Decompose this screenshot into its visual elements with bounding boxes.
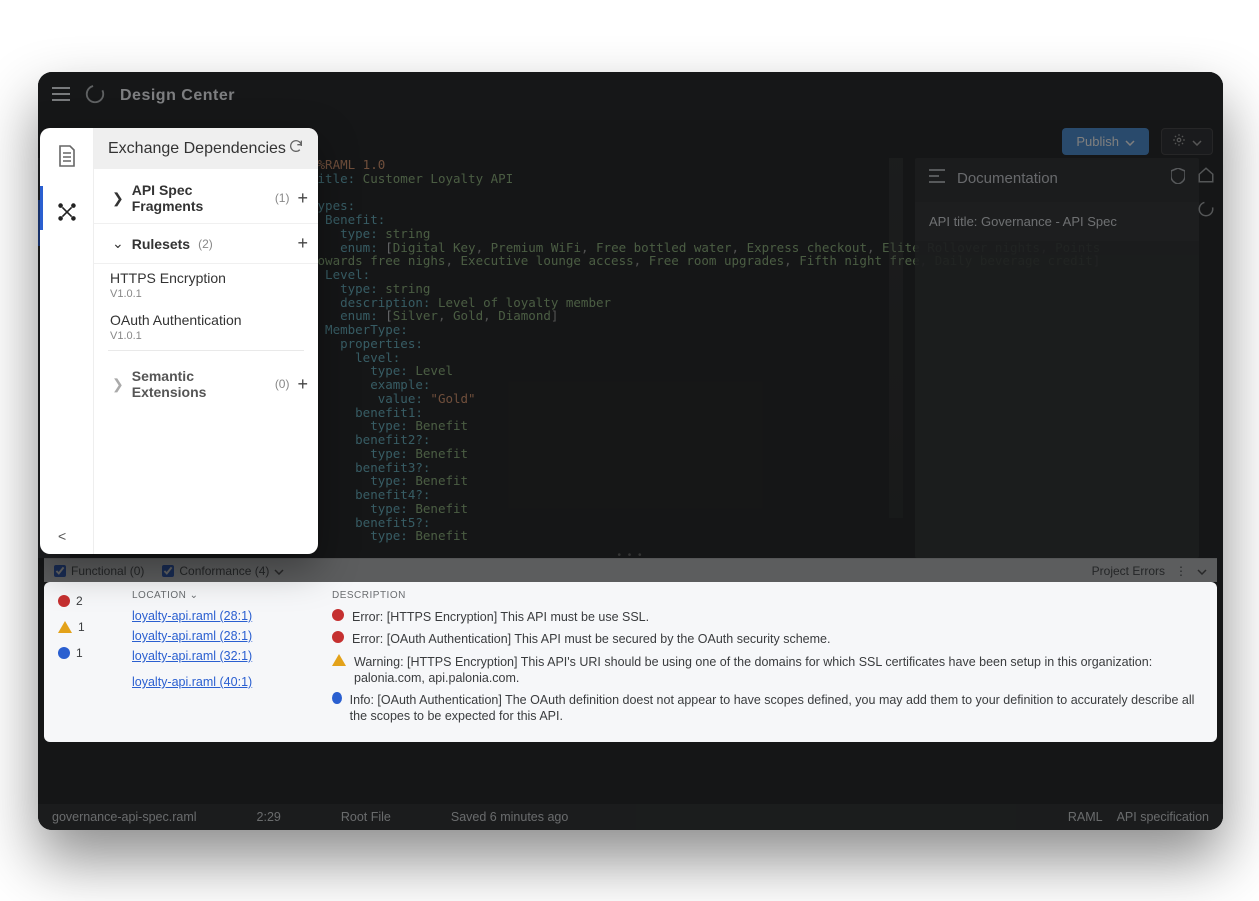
action-bar: Publish — [1062, 128, 1213, 155]
app-title: Design Center — [120, 87, 235, 105]
dependencies-icon[interactable] — [56, 201, 78, 228]
publish-button[interactable]: Publish — [1062, 128, 1149, 155]
menu-icon[interactable] — [52, 87, 70, 106]
ruleset-item[interactable]: OAuth Authentication V1.0.1 — [94, 306, 318, 342]
ruleset-item[interactable]: HTTPS Encryption V1.0.1 — [94, 264, 318, 300]
publish-label: Publish — [1076, 134, 1119, 149]
functional-filter[interactable]: Functional (0) — [54, 564, 144, 578]
error-icon — [332, 609, 344, 621]
conformance-checkbox[interactable] — [162, 565, 174, 577]
app-window: Design Center Publish #%RAML 1.0 title: … — [38, 72, 1223, 830]
documentation-panel: Documentation API title: Governance - AP… — [915, 158, 1199, 558]
refresh-circle-icon[interactable] — [1197, 200, 1215, 218]
chevron-down-icon[interactable] — [1197, 564, 1207, 578]
section-semantic-extensions[interactable]: ❯ Semantic Extensions (0) + — [94, 359, 318, 409]
section-rulesets[interactable]: ⌄ Rulesets (2) + — [94, 224, 318, 264]
chevron-right-icon: ❯ — [112, 376, 124, 393]
refresh-icon[interactable] — [288, 138, 304, 159]
chevron-down-icon — [274, 564, 284, 578]
code-editor[interactable]: #%RAML 1.0 title: Customer Loyalty API t… — [310, 158, 920, 558]
error-icon — [58, 595, 70, 607]
issues-panel: 2 1 1 LOCATION ⌄ loyalty-api.raml (28:1)… — [44, 582, 1217, 742]
settings-button[interactable] — [1161, 128, 1213, 155]
issue-location-link[interactable]: loyalty-api.raml (32:1) — [132, 649, 302, 663]
functional-checkbox[interactable] — [54, 565, 66, 577]
app-logo-icon — [84, 83, 106, 110]
issue-location-link[interactable]: loyalty-api.raml (28:1) — [132, 609, 302, 623]
location-column: LOCATION ⌄ loyalty-api.raml (28:1) loyal… — [132, 590, 302, 734]
chevron-down-icon — [1125, 134, 1135, 149]
add-extension-button[interactable]: + — [297, 374, 308, 395]
status-bar: governance-api-spec.raml 2:29 Root File … — [38, 804, 1223, 830]
file-icon[interactable] — [57, 144, 77, 173]
status-lang: RAML — [1068, 810, 1103, 824]
panel-title: Exchange Dependencies — [108, 139, 288, 158]
conformance-filter[interactable]: Conformance (4) — [162, 564, 284, 578]
rail-active-indicator — [40, 186, 43, 230]
status-cursor-pos: 2:29 — [257, 810, 281, 824]
panel-icon-rail: < — [40, 128, 94, 554]
section-api-spec-fragments[interactable]: ❯ API Spec Fragments (1) + — [94, 173, 318, 224]
info-icon — [332, 692, 342, 704]
issues-filter-bar: Functional (0) Conformance (4) Project E… — [44, 558, 1217, 582]
project-errors-label[interactable]: Project Errors — [1092, 564, 1165, 578]
add-ruleset-button[interactable]: + — [297, 233, 308, 254]
chevron-right-icon: ❯ — [112, 190, 124, 207]
issues-summary: 2 1 1 — [58, 590, 102, 734]
status-file: governance-api-spec.raml — [52, 810, 197, 824]
description-column: DESCRIPTION Error: [HTTPS Encryption] Th… — [332, 590, 1203, 734]
editor-minimap[interactable] — [889, 158, 903, 518]
status-kind: API specification — [1117, 810, 1209, 824]
add-fragment-button[interactable]: + — [297, 188, 308, 209]
doc-api-title: API title: Governance - API Spec — [915, 202, 1199, 241]
warning-icon — [58, 621, 72, 633]
warning-icon — [332, 654, 346, 666]
divider — [108, 350, 304, 351]
exchange-dependencies-panel: < Exchange Dependencies ❯ API Spec Fragm… — [40, 128, 318, 554]
info-icon — [58, 647, 70, 659]
collapse-panel-button[interactable]: < — [58, 528, 66, 544]
issue-location-link[interactable]: loyalty-api.raml (40:1) — [132, 675, 302, 689]
right-icon-rail — [1197, 166, 1215, 218]
home-icon[interactable] — [1197, 166, 1215, 184]
panel-header: Exchange Dependencies — [94, 128, 318, 169]
error-icon — [332, 631, 344, 643]
list-icon[interactable] — [929, 169, 945, 187]
chevron-down-icon — [1192, 134, 1202, 149]
app-topbar: Design Center — [38, 72, 1223, 120]
chevron-down-icon[interactable]: ⌄ — [190, 590, 199, 601]
gear-icon — [1172, 133, 1186, 150]
status-saved: Saved 6 minutes ago — [451, 810, 568, 824]
kebab-icon[interactable]: ⋮ — [1175, 564, 1187, 578]
shield-icon[interactable] — [1171, 168, 1185, 188]
chevron-down-icon: ⌄ — [112, 235, 124, 252]
issue-location-link[interactable]: loyalty-api.raml (28:1) — [132, 629, 302, 643]
doc-heading: Documentation — [957, 170, 1058, 187]
status-root-file: Root File — [341, 810, 391, 824]
